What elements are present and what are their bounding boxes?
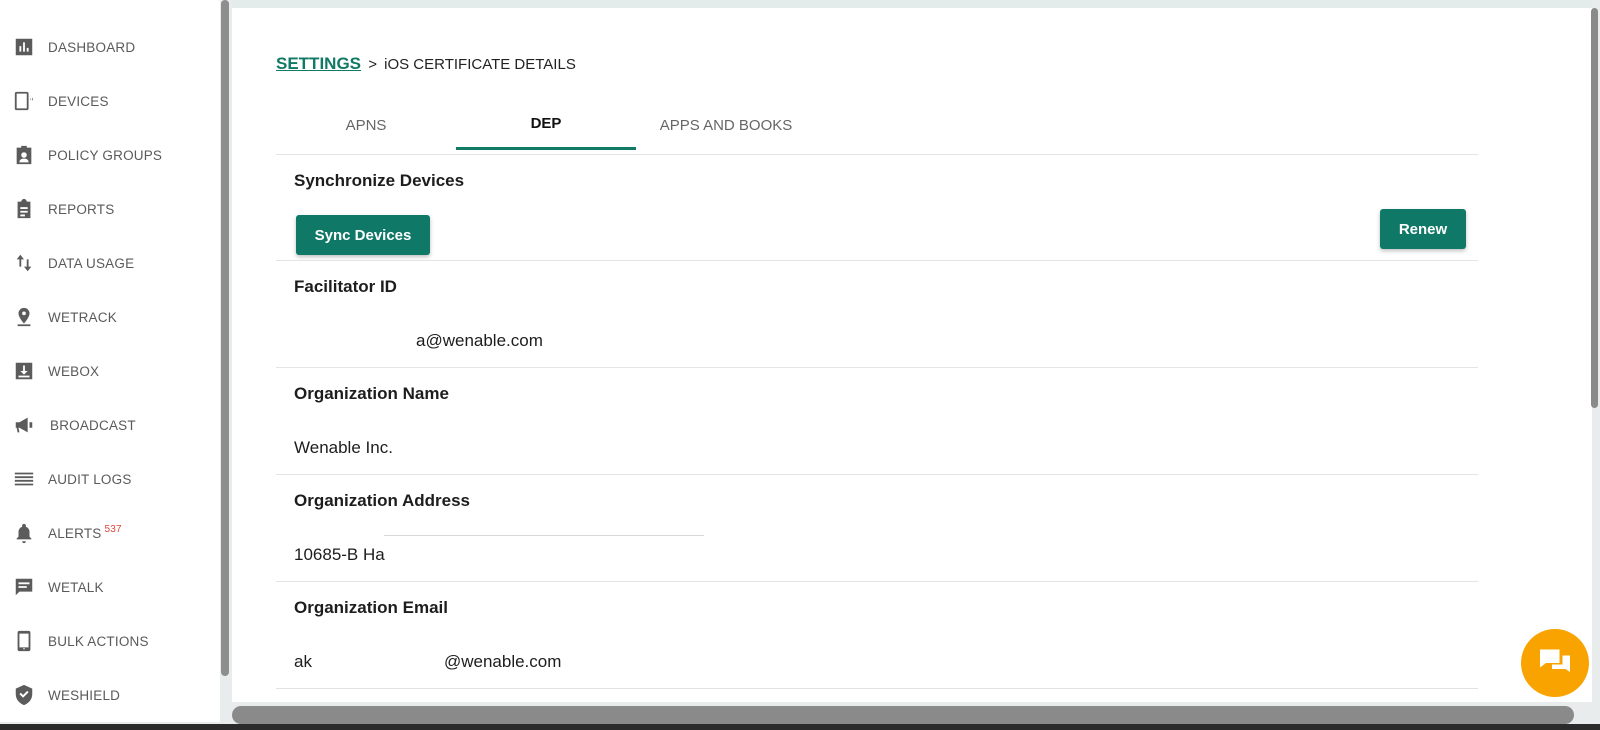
sidebar-item-audit-logs[interactable]: AUDIT LOGS <box>0 459 220 499</box>
redaction-mark <box>384 535 704 536</box>
sidebar-item-data-usage[interactable]: DATA USAGE <box>0 243 220 283</box>
download-box-icon <box>12 359 36 383</box>
sidebar-item-label: WETALK <box>48 579 104 595</box>
sidebar-item-dashboard[interactable]: DASHBOARD <box>0 27 220 67</box>
section-title: Organization Name <box>294 384 449 403</box>
tab-apps-and-books[interactable]: APPS AND BOOKS <box>636 100 816 150</box>
sidebar-item-bulk-actions[interactable]: BULK ACTIONS <box>0 621 220 661</box>
sidebar-item-broadcast[interactable]: BROADCAST <box>0 405 220 445</box>
sidebar-item-label: WESHIELD <box>48 687 121 703</box>
alerts-label: ALERTS <box>48 525 102 541</box>
sidebar-item-label: DEVICES <box>48 93 109 109</box>
redacted-area <box>311 653 444 672</box>
location-pin-icon <box>12 305 36 329</box>
megaphone-icon <box>12 413 36 437</box>
facilitator-id-value: a@wenable.com <box>416 331 543 350</box>
section-title: Facilitator ID <box>294 277 397 296</box>
section-title: Organization Address <box>294 491 471 510</box>
dep-details-panel: Synchronize Devices Sync Devices Renew F… <box>276 154 1478 689</box>
tab-apns[interactable]: APNS <box>276 100 456 150</box>
sidebar-item-label: AUDIT LOGS <box>48 471 132 487</box>
main-vertical-scrollbar[interactable] <box>1591 8 1598 408</box>
alerts-count-badge: 537 <box>104 523 122 535</box>
bar-chart-icon <box>12 35 36 59</box>
sidebar-item-label: WETRACK <box>48 309 117 325</box>
badge-icon <box>12 143 36 167</box>
chat-widget-button[interactable] <box>1521 629 1589 697</box>
device-icon <box>12 89 36 113</box>
sidebar-item-webox[interactable]: WEBOX <box>0 351 220 391</box>
sidebar-item-alerts[interactable]: ALERTS 537 <box>0 513 220 553</box>
sidebar-item-label: WEBOX <box>48 363 100 379</box>
sidebar-item-weshield[interactable]: WESHIELD <box>0 675 220 715</box>
section-title: Organization Email <box>294 598 448 617</box>
breadcrumb-settings-link[interactable]: SETTINGS <box>276 54 361 73</box>
sync-devices-button[interactable]: Sync Devices <box>296 215 430 255</box>
sidebar-item-label: BULK ACTIONS <box>48 633 149 649</box>
facilitator-section: Facilitator ID a@wenable.com <box>276 260 1478 367</box>
message-icon <box>12 575 36 599</box>
chat-bubbles-icon <box>1540 649 1570 672</box>
clipboard-icon <box>12 197 36 221</box>
org-name-section: Organization Name Wenable Inc. <box>276 367 1478 474</box>
sidebar-item-label: BROADCAST <box>50 417 136 433</box>
certificate-tabs: APNS DEP APPS AND BOOKS <box>276 100 816 152</box>
list-lines-icon <box>12 467 36 491</box>
top-strip <box>232 0 1592 8</box>
sidebar-item-label: ALERTS 537 <box>48 523 122 541</box>
main-horizontal-scrollbar[interactable] <box>232 706 1574 724</box>
sidebar-item-devices[interactable]: DEVICES <box>0 81 220 121</box>
bottom-edge <box>0 724 1600 730</box>
phone-icon <box>12 629 36 653</box>
email-prefix: ak <box>294 652 312 671</box>
up-down-arrows-icon <box>12 251 36 275</box>
org-address-value: 10685-B Ha <box>294 545 385 564</box>
sidebar: DASHBOARD DEVICES POLICY GROUPS REPORTS … <box>0 0 220 722</box>
sidebar-item-reports[interactable]: REPORTS <box>0 189 220 229</box>
sidebar-item-wetrack[interactable]: WETRACK <box>0 297 220 337</box>
shield-check-icon <box>12 683 36 707</box>
section-title: Synchronize Devices <box>294 171 465 190</box>
sidebar-scrollbar[interactable] <box>221 0 229 676</box>
email-suffix: @wenable.com <box>443 652 562 671</box>
sync-section: Synchronize Devices Sync Devices Renew <box>276 154 1478 260</box>
org-name-value: Wenable Inc. <box>294 438 393 457</box>
sidebar-item-label: DASHBOARD <box>48 39 136 55</box>
renew-button[interactable]: Renew <box>1380 209 1466 249</box>
org-email-section: Organization Email ak @wenable.com <box>276 581 1478 688</box>
breadcrumb-current: iOS CERTIFICATE DETAILS <box>384 56 576 73</box>
org-email-value: ak @wenable.com <box>294 652 561 672</box>
sidebar-item-wetalk[interactable]: WETALK <box>0 567 220 607</box>
breadcrumb: SETTINGS > iOS CERTIFICATE DETAILS <box>276 54 576 74</box>
sidebar-item-policy-groups[interactable]: POLICY GROUPS <box>0 135 220 175</box>
sidebar-item-label: DATA USAGE <box>48 255 135 271</box>
sidebar-item-label: POLICY GROUPS <box>48 147 163 163</box>
main-content: SETTINGS > iOS CERTIFICATE DETAILS APNS … <box>232 8 1592 702</box>
bell-icon <box>12 521 36 545</box>
org-address-section: Organization Address 10685-B Ha <box>276 474 1478 581</box>
breadcrumb-separator: > <box>368 56 377 73</box>
sidebar-item-label: REPORTS <box>48 201 115 217</box>
section-divider <box>276 688 1478 689</box>
tab-dep[interactable]: DEP <box>456 100 636 150</box>
